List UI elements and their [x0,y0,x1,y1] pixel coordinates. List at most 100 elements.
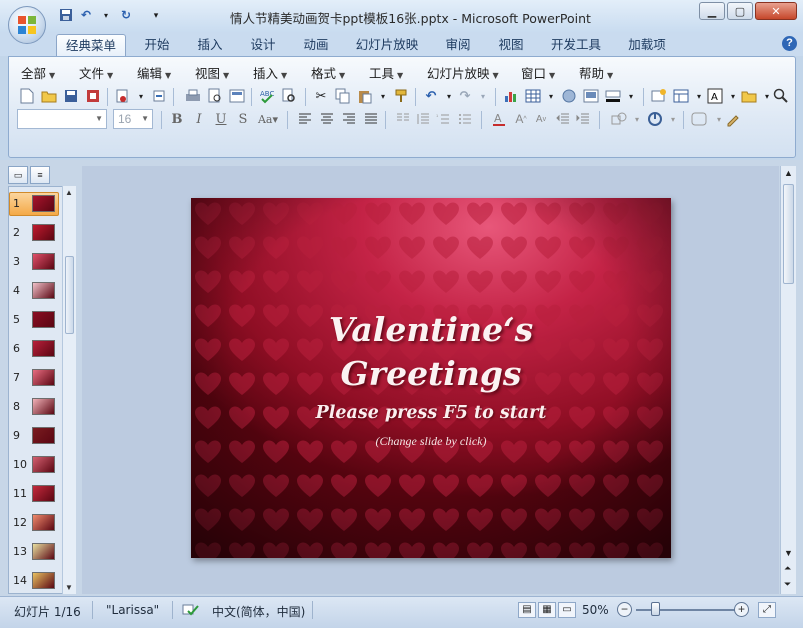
print-icon[interactable] [183,86,203,106]
increase-indent-icon[interactable] [573,109,593,129]
textbox-icon[interactable]: A [705,86,725,106]
thumbnail-scrollbar[interactable]: ▲ ▼ [62,186,76,594]
underline-icon[interactable]: U [211,109,231,129]
change-case-icon[interactable]: Aa▾ [255,109,281,129]
open-folder-icon[interactable] [739,86,759,106]
language-indicator[interactable]: 中文(简体，中国) [212,603,305,620]
next-slide-icon[interactable]: ⏷ [784,579,791,590]
font-name-combo[interactable]: ▼ [17,109,107,129]
shadow-icon[interactable]: S [233,109,253,129]
spelling-icon[interactable]: ABC [257,86,277,106]
arrange-dropdown-icon[interactable]: ▾ [663,109,683,129]
line-spacing-icon[interactable] [413,109,433,129]
redo-dropdown-icon[interactable]: ▾ [473,86,493,106]
chart-icon[interactable] [501,86,521,106]
zoom-out-button[interactable]: − [617,602,632,617]
tab-addins[interactable]: 加载项 [622,34,672,56]
menu-view[interactable]: 视图 ▼ [195,63,229,82]
undo-icon[interactable]: ↶ [421,86,441,106]
fill-dropdown-icon[interactable]: ▾ [621,86,641,106]
scroll-thumb[interactable] [65,256,74,334]
table-icon[interactable] [523,86,543,106]
theme-name[interactable]: "Larissa" [106,603,159,617]
menu-edit[interactable]: 编辑 ▼ [137,63,171,82]
redo-icon[interactable]: ↻ [118,7,134,23]
scroll-thumb[interactable] [783,184,794,284]
menu-file[interactable]: 文件 ▼ [79,63,113,82]
new-icon[interactable] [17,86,37,106]
font-size-combo[interactable]: 16 ▼ [113,109,153,129]
tab-slideshow[interactable]: 幻灯片放映 [350,34,424,56]
menu-window[interactable]: 窗口 ▼ [521,63,555,82]
pen-icon[interactable] [723,109,743,129]
tab-classic-menu[interactable]: 经典菜单 [56,34,126,56]
menu-tools[interactable]: 工具 ▼ [369,63,403,82]
tab-insert[interactable]: 插入 [191,34,229,56]
slide-thumbnail[interactable]: 3 [9,250,61,278]
menu-all[interactable]: 全部 ▼ [21,63,55,82]
tab-developer[interactable]: 开发工具 [545,34,607,56]
attach-icon[interactable] [149,86,169,106]
scroll-down-icon[interactable]: ▼ [65,583,73,592]
slide-sorter-button[interactable]: ▦ [538,602,556,618]
shapes-dropdown-icon[interactable]: ▾ [627,109,647,129]
save-icon[interactable] [61,86,81,106]
slide-thumbnail[interactable]: 7 [9,366,61,394]
clipart-icon[interactable] [559,86,579,106]
justify-icon[interactable] [361,109,381,129]
align-center-icon[interactable] [317,109,337,129]
slide-thumbnail[interactable]: 11 [9,482,61,510]
slide-thumbnail[interactable]: 12 [9,511,61,539]
slide-icon[interactable] [581,86,601,106]
undo-dropdown-icon[interactable]: ▾ [98,7,114,23]
current-slide[interactable]: Valentine‘s Greetings Please press F5 to… [191,198,671,558]
decrease-indent-icon[interactable] [553,109,573,129]
open-icon[interactable] [39,86,59,106]
preview-icon[interactable] [205,86,225,106]
dropdown-icon[interactable]: ▾ [131,86,151,106]
paste-icon[interactable] [355,86,375,106]
slide-thumbnail[interactable]: 5 [9,308,61,336]
arrange-icon[interactable] [645,109,665,129]
zoom-level[interactable]: 50% [582,603,609,617]
menu-help[interactable]: 帮助 ▼ [579,63,613,82]
table-dropdown-icon[interactable]: ▾ [541,86,561,106]
numbering-icon[interactable]: 1 [433,109,453,129]
minimize-button[interactable]: ▁ [699,2,725,20]
normal-view-button[interactable]: ▤ [518,602,536,618]
layout-icon[interactable] [671,86,691,106]
menu-insert[interactable]: 插入 ▼ [253,63,287,82]
slide-thumbnail[interactable]: 14 [9,569,61,597]
columns-icon[interactable] [393,109,413,129]
tab-view[interactable]: 视图 [492,34,530,56]
scroll-up-icon[interactable]: ▲ [784,168,793,178]
align-right-icon[interactable] [339,109,359,129]
scroll-down-icon[interactable]: ▼ [784,548,793,558]
format-painter-icon[interactable] [391,86,411,106]
cut-icon[interactable]: ✂ [311,86,331,106]
layout-icon[interactable] [227,86,247,106]
slide-thumbnail[interactable]: 10 [9,453,61,481]
italic-icon[interactable]: I [189,109,209,129]
permission-icon[interactable] [83,86,103,106]
slide-thumbnail[interactable]: 2 [9,221,61,249]
tab-animation[interactable]: 动画 [297,34,335,56]
new-slide-icon[interactable] [649,86,669,106]
slideshow-button[interactable]: ▭ [558,602,576,618]
grow-font-icon[interactable]: A ^ [511,109,531,129]
tab-review[interactable]: 审阅 [439,34,477,56]
zoom-slider-thumb[interactable] [651,602,660,616]
menu-slideshow[interactable]: 幻灯片放映 ▼ [427,63,499,82]
scroll-up-icon[interactable]: ▲ [65,188,73,197]
align-left-icon[interactable] [295,109,315,129]
fill-color-icon[interactable] [603,86,623,106]
slide-scrollbar[interactable]: ▲ ▼ ⏶ ⏷ [780,166,796,594]
menu-format[interactable]: 格式 ▼ [311,63,345,82]
maximize-button[interactable]: ▢ [727,2,753,20]
zoom-in-button[interactable]: + [734,602,749,617]
slides-tab[interactable]: ▭ [8,166,28,184]
shape-style-icon[interactable] [689,109,709,129]
previous-slide-icon[interactable]: ⏶ [784,563,791,574]
copy-icon[interactable] [333,86,353,106]
paste-dropdown-icon[interactable]: ▾ [373,86,393,106]
